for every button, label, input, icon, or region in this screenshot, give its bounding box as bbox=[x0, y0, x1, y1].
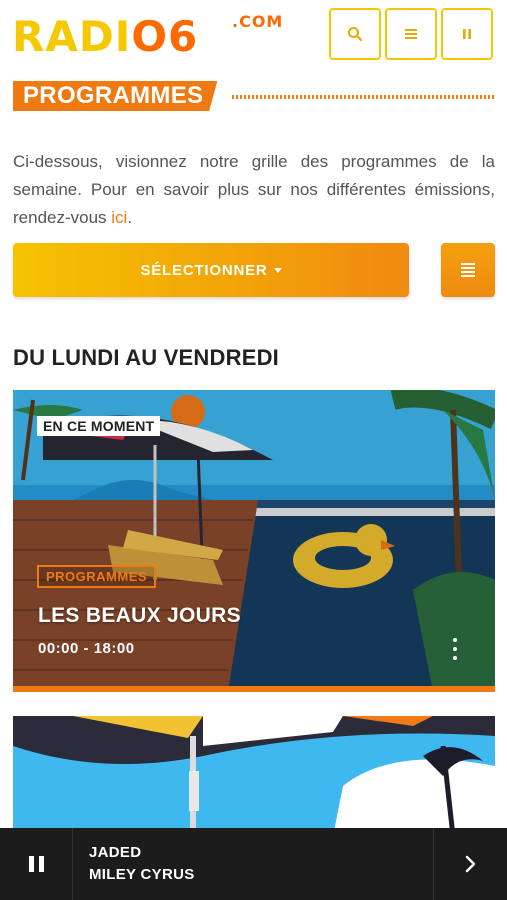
caret-down-icon bbox=[273, 267, 282, 273]
section-title: PROGRAMMES bbox=[13, 81, 218, 111]
player-expand-button[interactable] bbox=[433, 828, 507, 900]
select-label: SÉLECTIONNER bbox=[140, 261, 268, 279]
menu-button[interactable] bbox=[385, 8, 437, 60]
program-time: 00:00 - 18:00 bbox=[38, 640, 135, 657]
logo-suffix: .COM bbox=[232, 12, 284, 31]
program-title: LES BEAUX JOURS bbox=[38, 604, 241, 627]
track-artist: MILEY CYRUS bbox=[89, 866, 195, 883]
more-options-icon[interactable] bbox=[449, 636, 461, 662]
site-header: RADIO6 .COM bbox=[0, 0, 507, 72]
now-playing-badge: EN CE MOMENT bbox=[37, 416, 161, 436]
chevron-right-icon bbox=[465, 855, 475, 873]
audio-player: JADED MILEY CYRUS bbox=[0, 828, 507, 900]
program-illustration-next bbox=[13, 716, 495, 836]
card-accent-bar bbox=[13, 686, 495, 692]
intro-end: . bbox=[127, 208, 133, 227]
pause-icon bbox=[28, 856, 44, 872]
program-card[interactable]: EN CE MOMENT PROGRAMMES LES BEAUX JOURS … bbox=[13, 390, 495, 692]
program-card-next[interactable] bbox=[13, 716, 495, 836]
category-badge[interactable]: PROGRAMMES bbox=[37, 565, 157, 588]
track-title: JADED bbox=[89, 844, 142, 861]
intro-text: Ci-dessous, visionnez notre grille des p… bbox=[13, 152, 495, 227]
list-view-button[interactable] bbox=[441, 243, 495, 297]
player-pause-button[interactable] bbox=[0, 828, 73, 900]
intro-link[interactable]: ici bbox=[111, 208, 127, 227]
day-heading: DU LUNDI AU VENDREDI bbox=[13, 345, 279, 370]
intro-paragraph: Ci-dessous, visionnez notre grille des p… bbox=[13, 148, 495, 232]
pause-icon bbox=[463, 29, 471, 39]
day-select-dropdown[interactable]: SÉLECTIONNER bbox=[13, 243, 409, 297]
list-icon bbox=[461, 263, 475, 277]
site-logo[interactable]: RADIO6 .COM bbox=[12, 10, 282, 62]
logo-text: RADI bbox=[12, 12, 132, 61]
search-button[interactable] bbox=[329, 8, 381, 60]
menu-icon bbox=[405, 29, 417, 39]
search-icon bbox=[348, 27, 363, 42]
section-title-divider bbox=[232, 95, 494, 99]
logo-accent: O6 bbox=[131, 12, 199, 61]
header-pause-button[interactable] bbox=[441, 8, 493, 60]
